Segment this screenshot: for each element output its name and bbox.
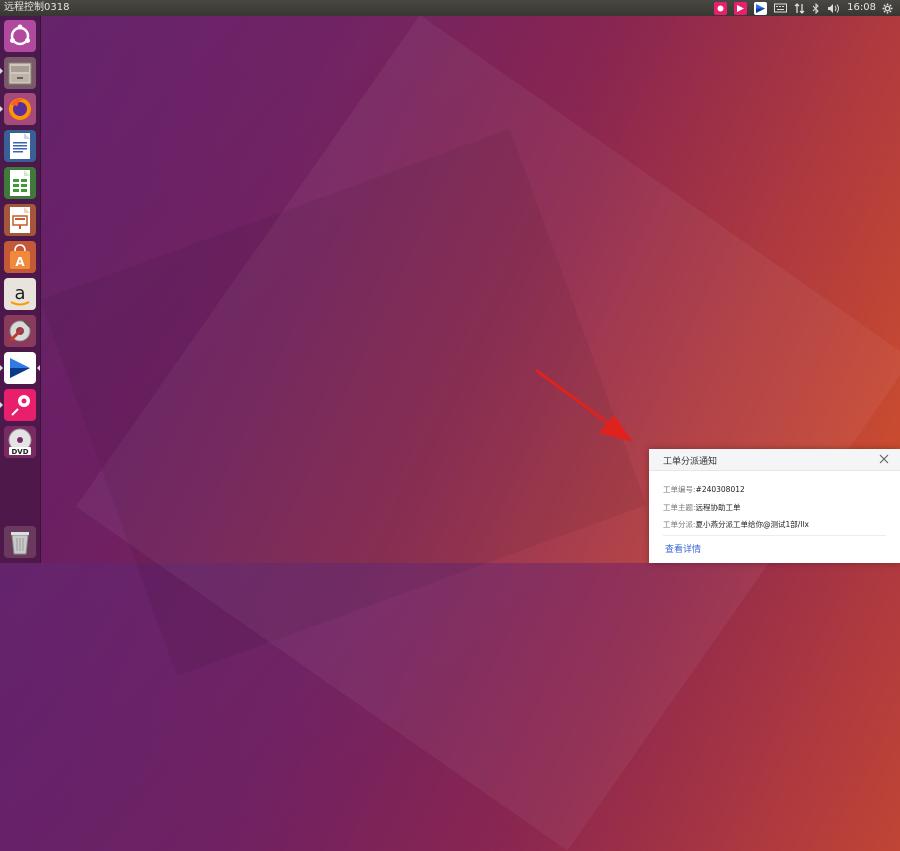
work-order-subject: 远程协助工单: [695, 503, 741, 512]
work-order-number-row: 工单编号:#240308012: [663, 484, 745, 495]
launcher: A a DVD: [0, 16, 41, 563]
top-panel: 远程控制0318 16:08: [0, 0, 900, 16]
shopping-bag-icon[interactable]: A: [4, 241, 36, 273]
remote-control-icon[interactable]: [4, 352, 36, 384]
work-order-assignment: 夏小燕分派工单给你@测试1部/llx: [695, 520, 809, 529]
amazon-icon[interactable]: a: [4, 278, 36, 310]
wallpaper-facet: [40, 128, 647, 676]
ubuntu-logo-icon[interactable]: [4, 20, 36, 52]
launcher-running-pip: [0, 365, 3, 371]
firefox-icon[interactable]: [4, 93, 36, 125]
launcher-running-pip: [0, 68, 3, 74]
libreoffice-calc-icon[interactable]: [4, 167, 36, 199]
launcher-running-pip: [0, 402, 3, 408]
volume-icon[interactable]: [827, 0, 840, 16]
gear-icon[interactable]: [882, 0, 893, 16]
divider: [663, 535, 886, 536]
notification-title: 工单分派通知: [663, 457, 718, 467]
app-title: 远程控制0318: [4, 2, 70, 13]
field-label: 工单主题:: [663, 503, 696, 512]
field-label: 工单分派:: [663, 520, 696, 529]
view-details-link[interactable]: 查看详情: [665, 542, 701, 555]
system-tray: 16:08: [714, 0, 900, 16]
network-arrows-icon[interactable]: [794, 0, 805, 16]
keyboard-icon[interactable]: [774, 0, 788, 16]
svg-text:DVD: DVD: [11, 448, 28, 456]
field-label: 工单编号:: [663, 485, 696, 494]
work-order-assignment-row: 工单分派:夏小燕分派工单给你@测试1部/llx: [663, 519, 809, 530]
wrench-gear-icon[interactable]: [4, 315, 36, 347]
file-cabinet-icon[interactable]: [4, 57, 36, 89]
dvd-icon[interactable]: DVD: [4, 426, 36, 458]
work-order-notification: 工单分派通知 工单编号:#240308012 工单主题:远程协助工单 工单分派:…: [649, 449, 900, 563]
launcher-focused-pip: [37, 365, 40, 371]
bluetooth-icon[interactable]: [812, 0, 820, 16]
tray-pink-app-icon[interactable]: [714, 0, 728, 16]
tray-flag-app-icon[interactable]: [734, 0, 748, 16]
clock[interactable]: 16:08: [847, 0, 876, 16]
pink-app-icon[interactable]: [4, 389, 36, 421]
close-icon[interactable]: [878, 453, 890, 465]
work-order-number: #240308012: [695, 485, 745, 494]
svg-text:A: A: [15, 255, 25, 269]
notification-header: 工单分派通知: [649, 449, 900, 471]
work-order-subject-row: 工单主题:远程协助工单: [663, 502, 741, 513]
svg-text:a: a: [14, 283, 25, 304]
wallpaper-facet: [75, 15, 900, 851]
libreoffice-writer-icon[interactable]: [4, 130, 36, 162]
trash-icon[interactable]: [4, 526, 36, 558]
libreoffice-impress-icon[interactable]: [4, 204, 36, 236]
tray-remote-control-icon[interactable]: [754, 0, 768, 16]
launcher-running-pip: [0, 106, 3, 112]
